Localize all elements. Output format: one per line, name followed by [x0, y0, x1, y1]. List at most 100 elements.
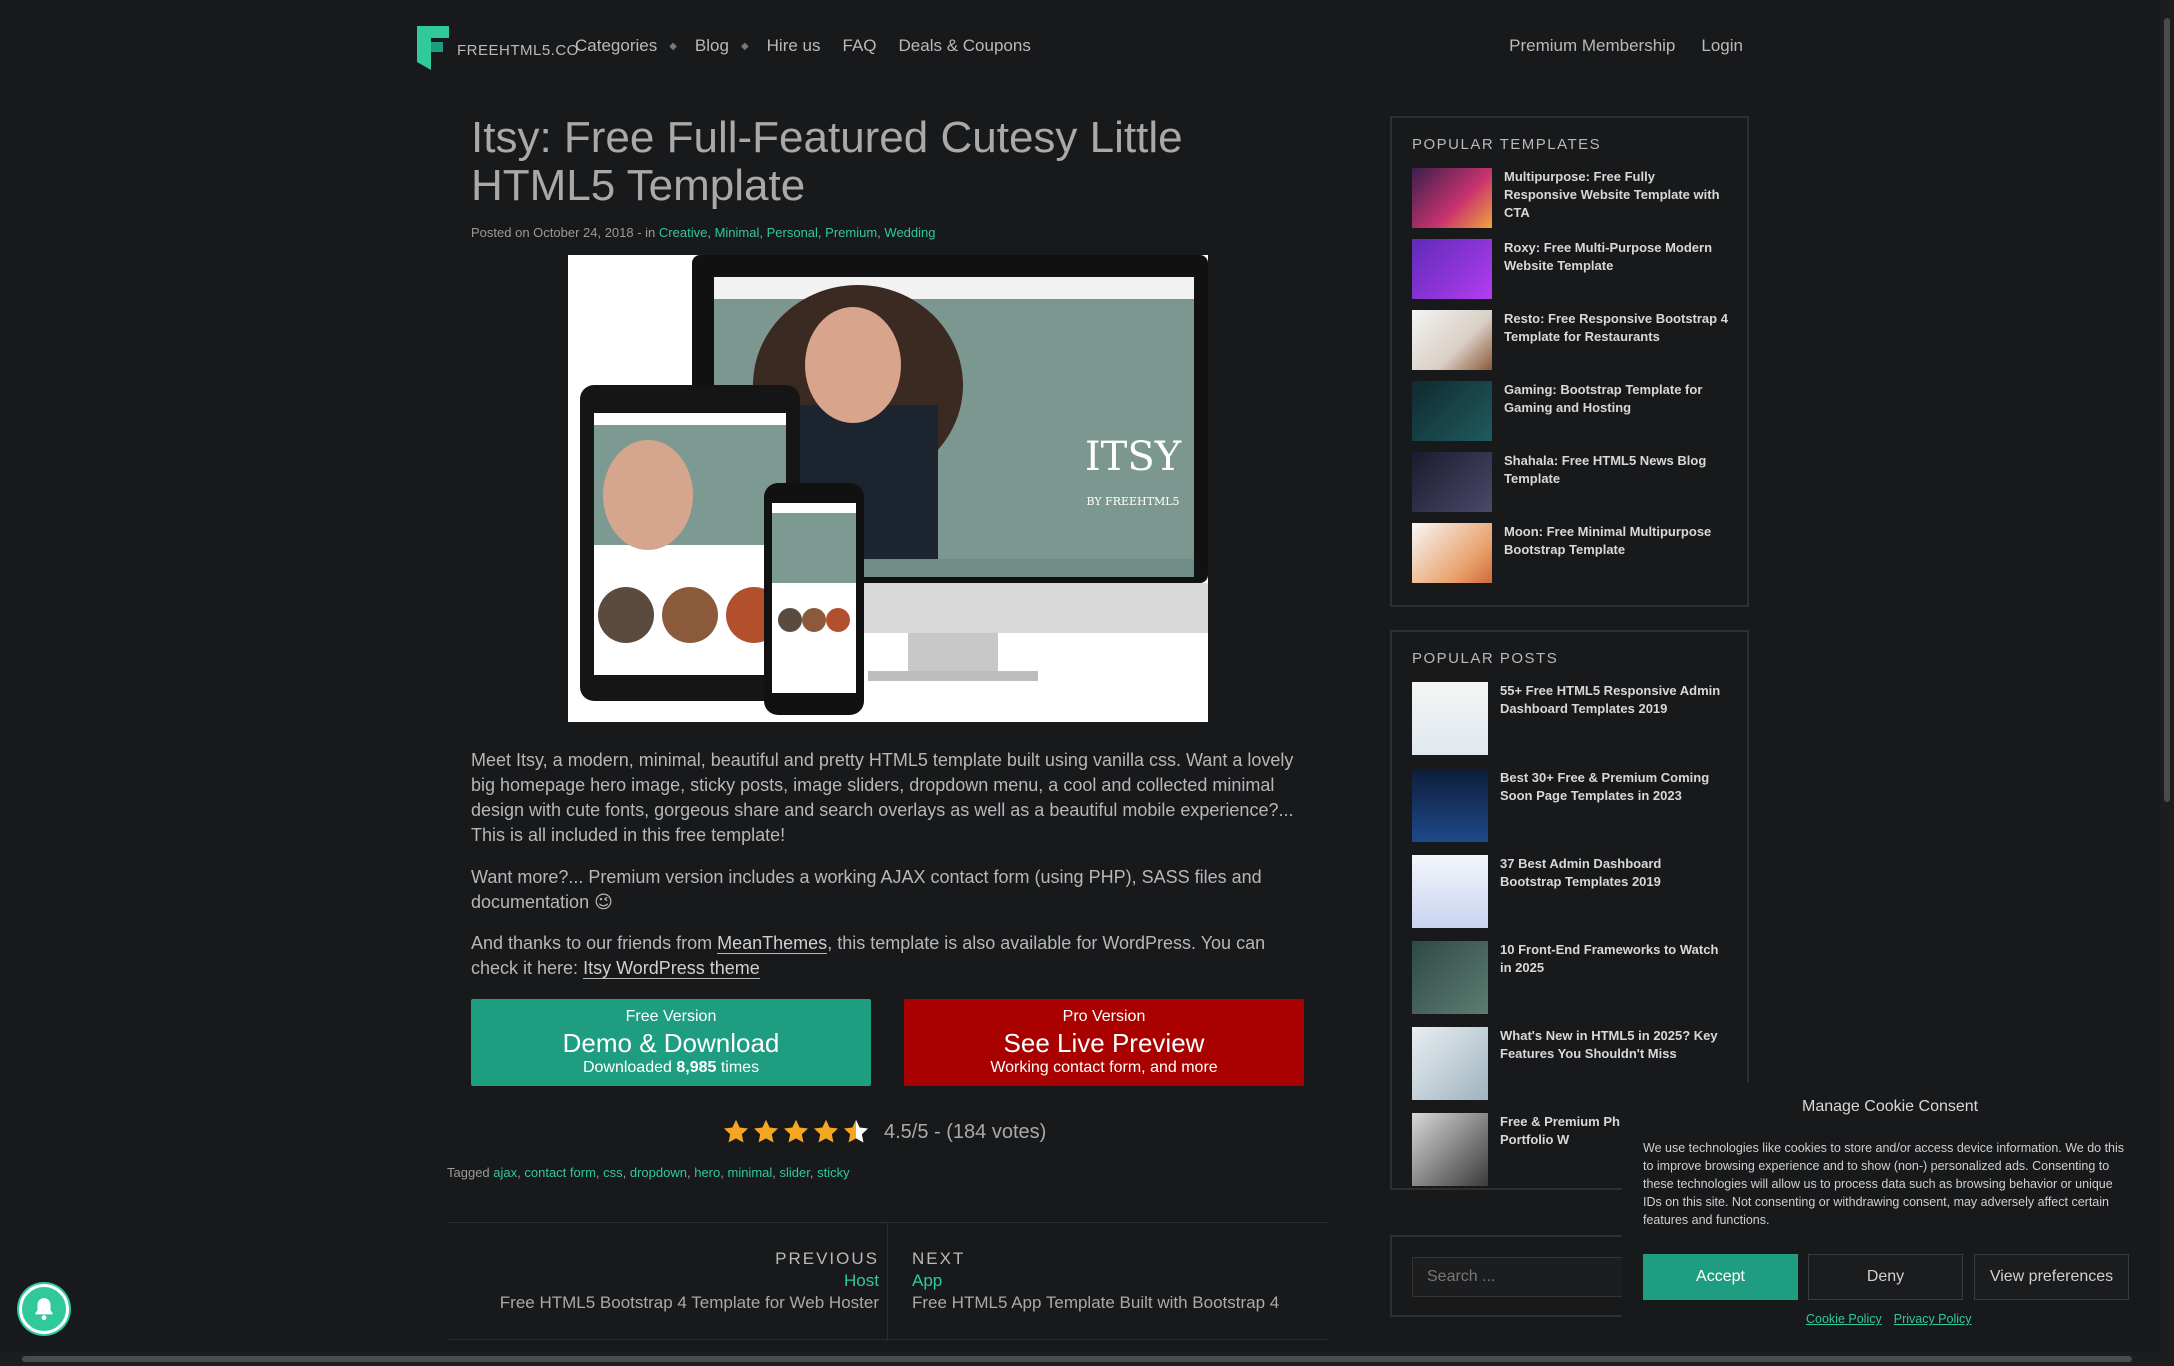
category-link[interactable]: Creative: [659, 225, 707, 240]
horizontal-scrollbar[interactable]: [0, 1352, 2160, 1366]
rating-widget: 4.5/5 - (184 votes): [722, 1118, 1046, 1146]
template-thumbnail: [1412, 168, 1492, 228]
privacy-policy-link[interactable]: Privacy Policy: [1894, 1312, 1972, 1326]
tag-link[interactable]: contact form: [524, 1165, 596, 1180]
template-thumbnail: [1412, 452, 1492, 512]
star-icon[interactable]: [722, 1118, 750, 1146]
star-icon[interactable]: [752, 1118, 780, 1146]
posted-date: Posted on October 24, 2018 - in: [471, 225, 656, 240]
live-preview-button[interactable]: Pro Version See Live Preview Working con…: [904, 999, 1304, 1086]
template-item[interactable]: Multipurpose: Free Fully Responsive Webs…: [1412, 168, 1729, 228]
rating-text: 4.5/5 - (184 votes): [884, 1120, 1047, 1143]
pro-version-label: Pro Version: [1062, 1008, 1146, 1025]
post-thumbnail: [1412, 1113, 1488, 1186]
post-thumbnail: [1412, 941, 1488, 1014]
view-preferences-button[interactable]: View preferences: [1974, 1254, 2129, 1300]
post-item[interactable]: 10 Front-End Frameworks to Watch in 2025: [1412, 941, 1725, 1014]
tag-link[interactable]: slider: [780, 1165, 810, 1180]
template-thumbnail: [1412, 381, 1492, 441]
vertical-scrollbar[interactable]: [2160, 0, 2174, 1366]
next-category: App: [912, 1271, 943, 1290]
post-title: 55+ Free HTML5 Responsive Admin Dashboar…: [1500, 683, 1721, 716]
template-title: Shahala: Free HTML5 News Blog Template: [1504, 453, 1707, 486]
star-icon[interactable]: [782, 1118, 810, 1146]
itsy-wordpress-link[interactable]: Itsy WordPress theme: [583, 958, 760, 979]
premium-paragraph: Want more?... Premium version includes a…: [471, 867, 1262, 912]
hero-brand-sub: BY FREEHTML5: [1086, 495, 1179, 508]
template-item[interactable]: Moon: Free Minimal Multipurpose Bootstra…: [1412, 523, 1729, 583]
star-icon[interactable]: [812, 1118, 840, 1146]
nav-deals[interactable]: Deals & Coupons: [899, 36, 1031, 56]
main-menu: Categories ◆ Blog ◆ Hire us FAQ Deals & Co…: [575, 36, 1053, 56]
live-preview-label: See Live Preview: [1003, 1028, 1205, 1058]
post-meta: Posted on October 24, 2018 - in Creative…: [471, 225, 936, 240]
next-post-link[interactable]: NEXT App Free HTML5 App Template Built w…: [912, 1249, 1279, 1313]
template-title: Multipurpose: Free Fully Responsive Webs…: [1504, 169, 1720, 220]
nav-blog[interactable]: Blog: [695, 36, 729, 56]
template-thumbnail: [1412, 523, 1492, 583]
demo-download-button[interactable]: Free Version Demo & Download Downloaded …: [471, 999, 871, 1086]
hero-image[interactable]: ITSY BY FREEHTML5: [568, 255, 1208, 722]
cookie-links: Cookie Policy Privacy Policy: [1806, 1312, 1972, 1326]
post-item[interactable]: Best 30+ Free & Premium Coming Soon Page…: [1412, 769, 1725, 842]
scrollbar-thumb[interactable]: [22, 1356, 2132, 1362]
download-count: Downloaded 8,985 times: [582, 1059, 760, 1076]
category-link[interactable]: Minimal: [715, 225, 760, 240]
site-logo[interactable]: FREEHTML5.CO: [417, 26, 579, 70]
previous-category: Host: [844, 1271, 879, 1290]
category-link[interactable]: Personal: [767, 225, 818, 240]
nav-faq[interactable]: FAQ: [843, 36, 877, 56]
post-tags: Tagged ajax, contact form, css, dropdown…: [447, 1165, 850, 1180]
notification-bell-icon[interactable]: [19, 1284, 69, 1334]
tagged-label: Tagged: [447, 1165, 490, 1180]
post-thumbnail: [1412, 769, 1488, 842]
nav-premium-membership[interactable]: Premium Membership: [1509, 36, 1675, 56]
tag-link[interactable]: dropdown: [630, 1165, 687, 1180]
template-thumbnail: [1412, 310, 1492, 370]
tag-link[interactable]: css: [603, 1165, 623, 1180]
post-thumbnail: [1412, 682, 1488, 755]
template-item[interactable]: Resto: Free Responsive Bootstrap 4 Templ…: [1412, 310, 1729, 370]
nav-categories[interactable]: Categories: [575, 36, 657, 56]
page-title: Itsy: Free Full-Featured Cutesy Little H…: [471, 113, 1183, 210]
category-link[interactable]: Premium: [825, 225, 877, 240]
template-title: Gaming: Bootstrap Template for Gaming an…: [1504, 382, 1703, 415]
post-title: 10 Front-End Frameworks to Watch in 2025: [1500, 942, 1719, 975]
meanthemes-link[interactable]: MeanThemes: [717, 933, 828, 954]
template-item[interactable]: Gaming: Bootstrap Template for Gaming an…: [1412, 381, 1729, 441]
post-item[interactable]: 55+ Free HTML5 Responsive Admin Dashboar…: [1412, 682, 1725, 755]
tag-link[interactable]: sticky: [817, 1165, 850, 1180]
deny-button[interactable]: Deny: [1808, 1254, 1963, 1300]
logo-text: FREEHTML5.CO: [457, 41, 579, 59]
star-rating[interactable]: [722, 1118, 870, 1146]
post-navigation: PREVIOUS Host Free HTML5 Bootstrap 4 Tem…: [447, 1222, 1329, 1341]
accept-button[interactable]: Accept: [1643, 1254, 1798, 1300]
cookie-title: Manage Cookie Consent: [1802, 1098, 1979, 1115]
star-icon[interactable]: [842, 1118, 870, 1146]
cookie-text: We use technologies like cookies to stor…: [1643, 1141, 2125, 1227]
dropdown-icon: ◆: [740, 40, 749, 52]
demo-download-label: Demo & Download: [562, 1028, 780, 1058]
previous-post-link[interactable]: PREVIOUS Host Free HTML5 Bootstrap 4 Tem…: [500, 1249, 879, 1313]
nav-hire-us[interactable]: Hire us: [767, 36, 821, 56]
nav-login[interactable]: Login: [1701, 36, 1743, 56]
template-title: Moon: Free Minimal Multipurpose Bootstra…: [1504, 524, 1712, 557]
top-navigation: FREEHTML5.CO Categories ◆ Blog ◆ Hire us F…: [417, 24, 1743, 72]
cookie-policy-link[interactable]: Cookie Policy: [1806, 1312, 1882, 1326]
previous-title: Free HTML5 Bootstrap 4 Template for Web …: [499, 1293, 879, 1312]
template-item[interactable]: Roxy: Free Multi-Purpose Modern Website …: [1412, 239, 1729, 299]
previous-label: PREVIOUS: [775, 1249, 879, 1268]
tag-link[interactable]: hero: [694, 1165, 720, 1180]
category-link[interactable]: Wedding: [884, 225, 935, 240]
logo-icon: [417, 26, 449, 70]
template-item[interactable]: Shahala: Free HTML5 News Blog Template: [1412, 452, 1729, 512]
post-thumbnail: [1412, 1027, 1488, 1100]
tag-link[interactable]: minimal: [727, 1165, 772, 1180]
widget-title: POPULAR TEMPLATES: [1412, 136, 1602, 153]
tag-link[interactable]: ajax: [493, 1165, 517, 1180]
wordpress-paragraph: And thanks to our friends from MeanTheme…: [471, 931, 1301, 981]
template-title: Resto: Free Responsive Bootstrap 4 Templ…: [1504, 311, 1728, 344]
next-label: NEXT: [912, 1249, 966, 1268]
scrollbar-thumb[interactable]: [2164, 18, 2170, 802]
post-item[interactable]: 37 Best Admin Dashboard Bootstrap Templa…: [1412, 855, 1725, 928]
